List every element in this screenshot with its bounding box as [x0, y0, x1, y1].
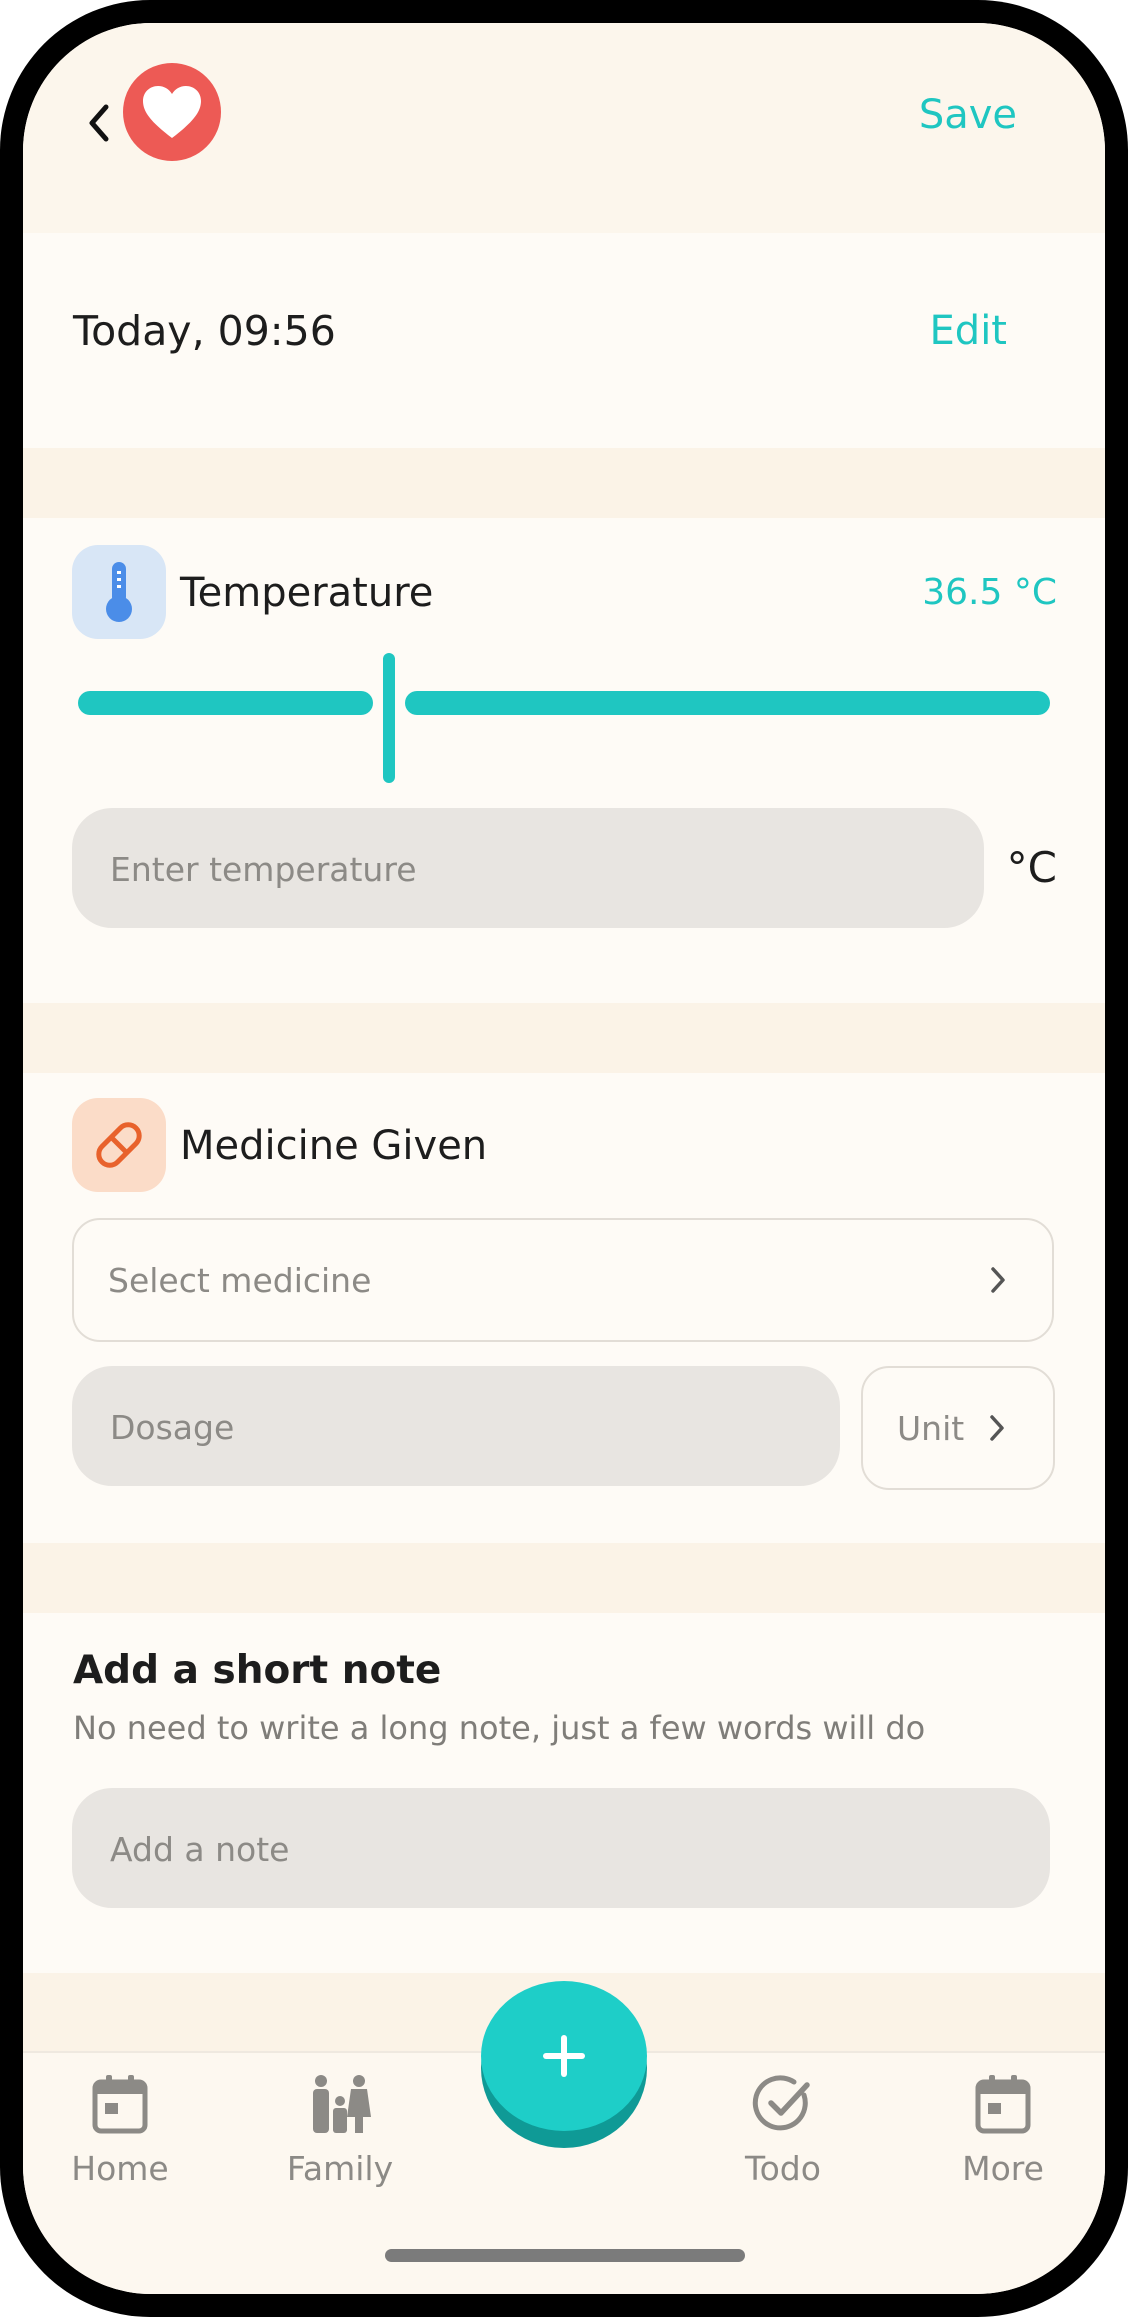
chevron-left-icon [89, 104, 109, 142]
note-input-field[interactable] [72, 1788, 1050, 1910]
tab-home-label: Home [71, 2149, 169, 2188]
temperature-value: 36.5 °C [922, 572, 1057, 613]
save-button[interactable]: Save [919, 85, 1017, 145]
tab-more[interactable]: More [923, 2073, 1083, 2188]
heart-icon [143, 86, 201, 138]
select-medicine-button[interactable]: Select medicine [72, 1218, 1054, 1342]
section-divider [23, 448, 1105, 518]
app-logo [123, 63, 221, 161]
section-divider [23, 1543, 1105, 1613]
select-medicine-label: Select medicine [108, 1260, 372, 1300]
note-title: Add a short note [73, 1648, 442, 1693]
tab-family-label: Family [286, 2149, 394, 2188]
temperature-icon-box [72, 545, 166, 639]
temperature-unit: °C [1006, 843, 1057, 892]
slider-thumb[interactable] [383, 653, 395, 783]
chevron-right-icon [988, 1220, 1008, 1340]
check-circle-icon [752, 2075, 810, 2131]
calendar-icon [975, 2075, 1031, 2134]
datetime-value: Today, 09:56 [73, 307, 336, 355]
slider-track-left [78, 691, 373, 715]
tab-todo[interactable]: Todo [703, 2073, 863, 2188]
edit-datetime-button[interactable]: Edit [930, 301, 1007, 361]
tab-todo-label: Todo [745, 2149, 821, 2188]
slider-track-right [405, 691, 1050, 715]
unit-select-button[interactable]: Unit [861, 1366, 1055, 1490]
phone-frame: Save Today, 09:56 Edit Temperature 36.5 … [0, 0, 1128, 2317]
note-subtitle: No need to write a long note, just a few… [73, 1709, 926, 1747]
pill-icon [96, 1122, 142, 1168]
temperature-input-field[interactable] [72, 808, 984, 930]
temperature-input[interactable] [108, 808, 842, 930]
thermometer-icon [106, 562, 132, 622]
medicine-title: Medicine Given [180, 1123, 488, 1169]
note-input[interactable] [108, 1788, 895, 1910]
tab-home[interactable]: Home [40, 2073, 200, 2188]
temperature-title: Temperature [180, 570, 434, 616]
app-screen: Save Today, 09:56 Edit Temperature 36.5 … [23, 23, 1105, 2294]
calendar-icon [92, 2075, 148, 2134]
chevron-right-icon [987, 1368, 1007, 1488]
temperature-slider[interactable] [78, 653, 1050, 783]
unit-label: Unit [897, 1408, 965, 1448]
dosage-input-field[interactable] [72, 1366, 840, 1488]
tab-more-label: More [962, 2149, 1044, 2188]
section-divider [23, 1003, 1105, 1073]
back-button[interactable] [73, 93, 123, 153]
family-icon [313, 2075, 371, 2133]
tab-family[interactable]: Family [260, 2073, 420, 2188]
plus-icon [543, 2035, 585, 2077]
home-indicator[interactable] [385, 2249, 745, 2262]
add-entry-button[interactable] [481, 1981, 647, 2131]
dosage-input[interactable] [108, 1366, 727, 1488]
medicine-icon-box [72, 1098, 166, 1192]
